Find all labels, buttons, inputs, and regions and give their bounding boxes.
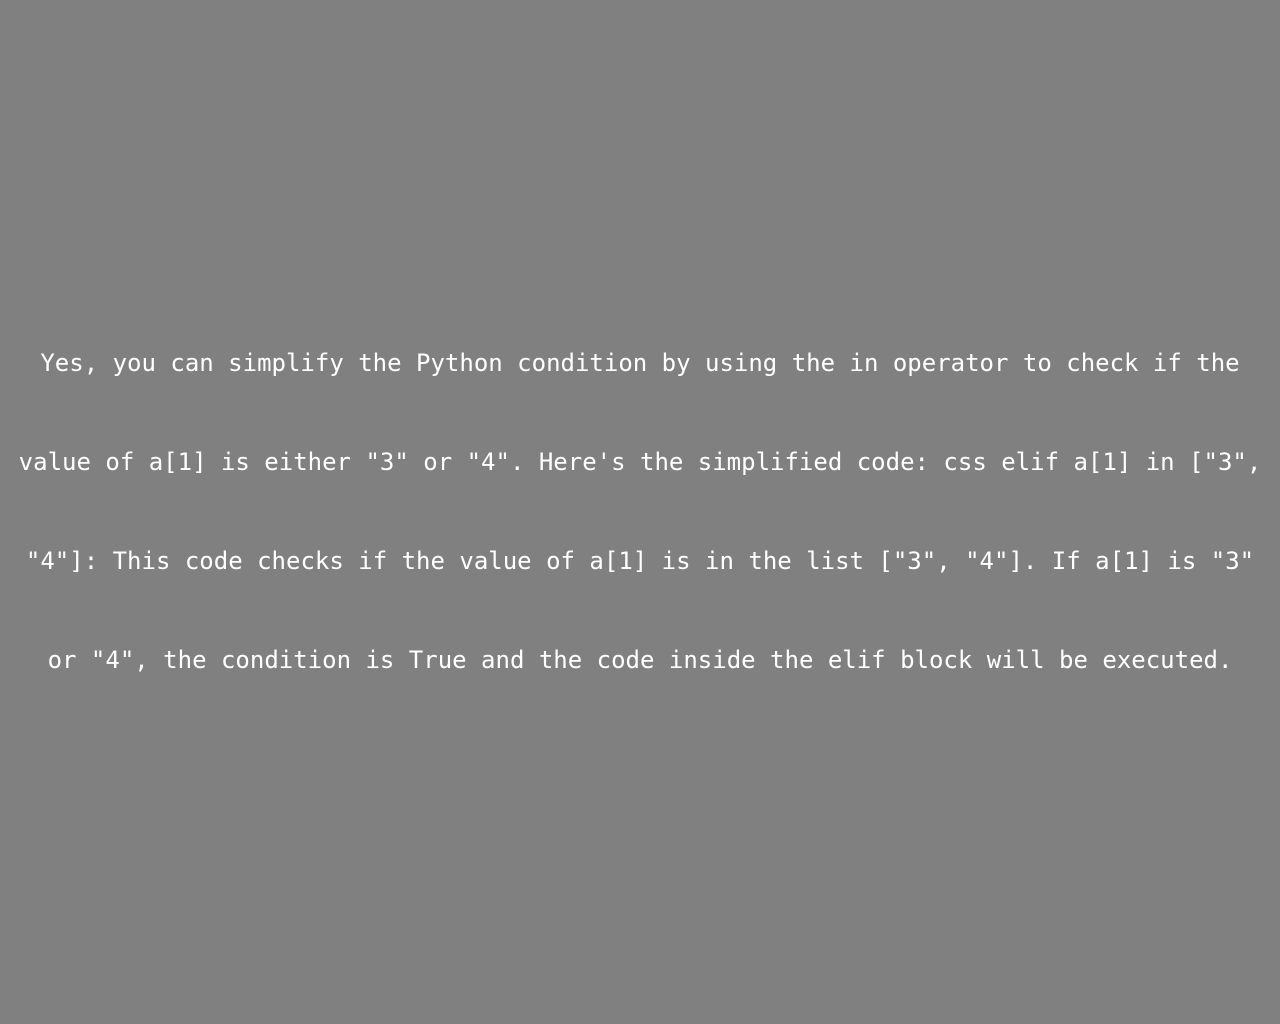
screen-background: Yes, you can simplify the Python conditi… <box>0 0 1280 1024</box>
response-text: Yes, you can simplify the Python conditi… <box>18 349 1262 674</box>
